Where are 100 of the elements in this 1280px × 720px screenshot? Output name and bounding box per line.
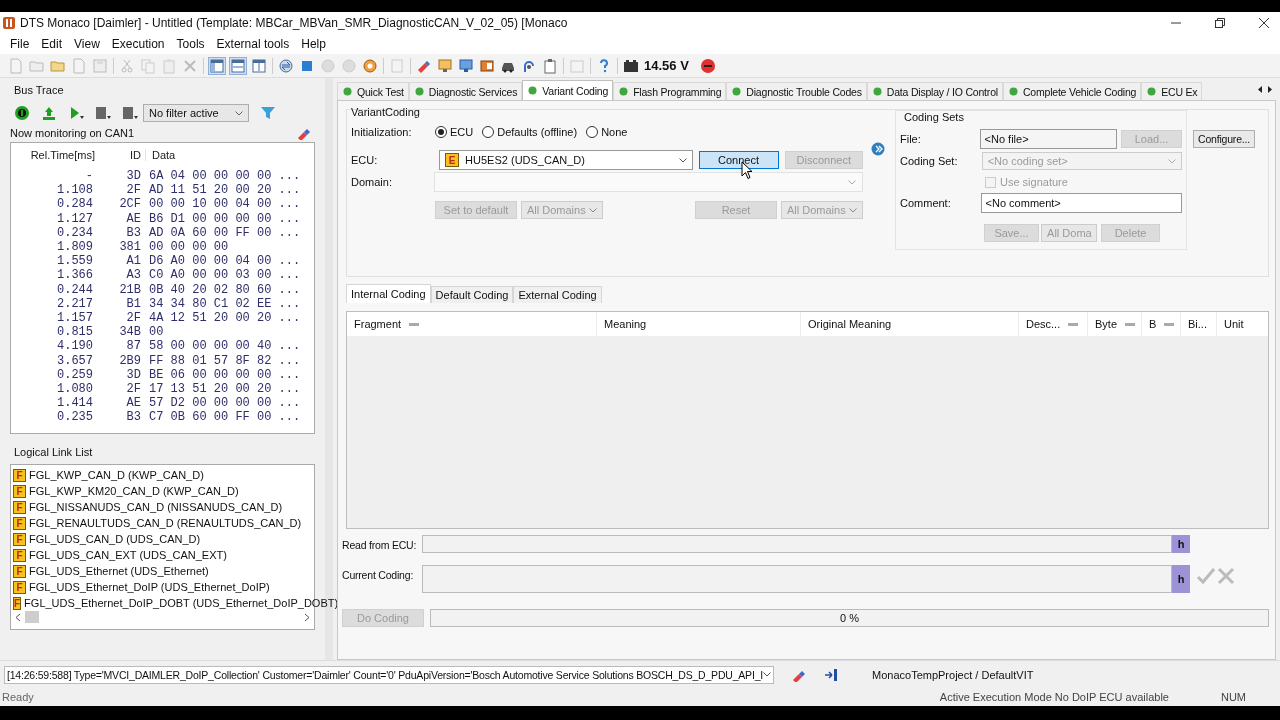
menu-item[interactable]: Tools [170,35,211,53]
stop-icon[interactable] [699,57,716,74]
scroll-left-icon[interactable] [1256,85,1264,94]
list-item[interactable]: FGL_UDS_CAN_EXT (UDS_CAN_EXT) [29,549,227,561]
chevron-down-icon [235,110,243,116]
layout-icon[interactable] [230,57,246,74]
tab[interactable]: Data Display / IO Control [866,82,1003,100]
monitor-icon[interactable] [437,57,453,74]
expand-icon[interactable] [871,142,885,156]
column-header[interactable]: Rel.Time[ms] [11,149,95,161]
column-header[interactable]: Data [145,149,176,161]
transfer-icon[interactable] [278,57,294,74]
table-cell-text: 6A 04 00 00 00 00 ... [148,169,301,184]
upload-icon[interactable] [41,105,57,121]
list-item[interactable]: FGL_UDS_Ethernet_DoIP_DOBT (UDS_Ethernet_DoIP_DOBT) [24,597,339,609]
tab[interactable]: Complete Vehicle Coding [1002,82,1142,100]
tab[interactable]: External Coding [513,286,602,303]
tab[interactable]: Quick Test [337,82,409,100]
list-item[interactable]: FGL_UDS_CAN_D (UDS_CAN_D) [29,533,201,545]
read-value-field[interactable] [422,535,1172,553]
tab[interactable]: ECU Ex [1141,82,1203,100]
menu-item[interactable]: External tools [210,35,296,53]
clipboard-icon[interactable] [542,57,558,74]
unit-button[interactable]: h [1172,535,1190,553]
column-header[interactable]: Meaning [604,318,647,330]
tab[interactable]: Internal Coding [346,284,431,303]
column-header[interactable]: B [1149,318,1157,330]
field-label: Coding Set: [900,155,959,167]
scroll-right-icon[interactable] [1266,85,1274,94]
table-cell-text: B6 D1 00 00 00 00 ... [148,211,301,226]
coding-value-field[interactable] [422,565,1172,593]
block-icon[interactable] [122,105,138,121]
list-item[interactable]: FGL_UDS_Ethernet_DoIP (UDS_Ethernet_DoIP) [29,581,270,593]
column-header[interactable]: Byte [1095,318,1117,330]
file-field[interactable]: <No file> [979,129,1117,149]
column-header[interactable]: Unit [1224,318,1244,330]
field-label: Domain: [351,176,393,188]
layout-icon[interactable] [251,57,267,74]
table-cell-text: 00 00 10 00 04 00 ... [148,197,301,212]
project-path: MonacoTempProject / DefaultVIT [872,668,1034,681]
connect-button[interactable]: Connect [698,151,779,169]
radio-button[interactable]: None [586,126,628,138]
login-icon[interactable] [824,667,838,682]
tab[interactable]: Diagnostic Services [408,82,523,100]
list-item[interactable]: FGL_KWP_KM20_CAN_D (KWP_CAN_D) [29,485,239,497]
configure-button[interactable]: Configure... [1193,130,1255,148]
table-cell-text: 00 00 00 00 [148,240,229,255]
restore-icon[interactable] [1214,17,1226,29]
layout-icon[interactable] [209,57,225,74]
tab[interactable]: Diagnostic Trouble Codes [726,82,867,100]
play-icon[interactable] [68,105,84,121]
radio-button[interactable]: ECU [435,126,474,138]
table-cell-text: 1.809 [56,240,94,255]
tab[interactable]: Default Coding [430,286,514,303]
monitor-icon[interactable] [458,57,474,74]
monitoring-status: Now monitoring on CAN1 [10,127,135,139]
link-type-badge: F [13,484,26,498]
chevron-down-icon [1168,158,1176,164]
list-item[interactable]: FGL_RENAULTUDS_CAN_D (RENAULTUDS_CAN_D) [29,517,302,529]
table-cell-text: 34B [118,325,142,340]
table-cell-text: 4A 12 51 20 00 20 ... [148,310,301,325]
column-header[interactable]: Fragment [354,318,402,330]
column-header[interactable]: Desc... [1026,318,1061,330]
menu-item[interactable]: View [68,35,106,53]
table-cell-text: AD 11 51 20 00 20 ... [148,183,301,198]
field-label: File: [900,133,922,145]
column-header[interactable]: Bi... [1188,318,1207,330]
block-icon[interactable] [95,105,111,121]
gear-icon[interactable] [362,57,378,74]
filter-icon[interactable] [260,105,276,121]
close-icon[interactable] [1258,17,1270,29]
unit-button[interactable]: h [1172,565,1190,593]
table-cell-text: 1.108 [56,183,94,198]
menu-item[interactable]: File [4,35,36,53]
sort-marker-icon [409,322,420,326]
chip-icon[interactable] [479,57,495,74]
column-header[interactable]: Original Meaning [808,318,892,330]
sort-marker-icon [1125,322,1135,326]
menu-item[interactable]: Edit [35,35,69,53]
list-item[interactable]: FGL_UDS_Ethernet (UDS_Ethernet) [29,565,209,577]
scrollbar-thumb[interactable] [25,611,39,623]
power-icon[interactable] [14,105,30,121]
checkmark-icon[interactable] [1196,567,1216,585]
log-dropdown[interactable]: [14:26:59:588] Type='MVCI_DAIMLER_DoIP_Collection' Customer='Daimler' Count='0' PduApiVersion='Bosch Automotive Service Solutions BOSCH_DS_D_PDU_API_I [4,665,774,684]
menu-item[interactable]: Execution [105,35,171,53]
tab[interactable]: Variant Coding [522,80,614,100]
eraser-icon[interactable] [297,126,311,140]
comment-field[interactable]: <No comment> [980,193,1182,213]
scroll-right-icon[interactable] [304,612,310,622]
scroll-left-icon[interactable] [15,612,21,622]
radio-button[interactable]: Defaults (offline) [482,126,578,138]
ecu-dropdown[interactable]: E HU5ES2 (UDS_CAN_D) [439,150,693,170]
list-item[interactable]: FGL_KWP_CAN_D (KWP_CAN_D) [29,469,204,481]
table-cell-text: A1 [125,254,142,269]
menu-item[interactable]: Help [295,35,332,53]
table-cell-text: AE [125,211,142,226]
column-header[interactable]: ID [95,149,145,161]
filter-dropdown[interactable]: No filter active [143,104,249,122]
list-item[interactable]: FGL_NISSANUDS_CAN_D (NISSANUDS_CAN_D) [29,501,283,513]
tab[interactable]: Flash Programming [613,82,727,100]
